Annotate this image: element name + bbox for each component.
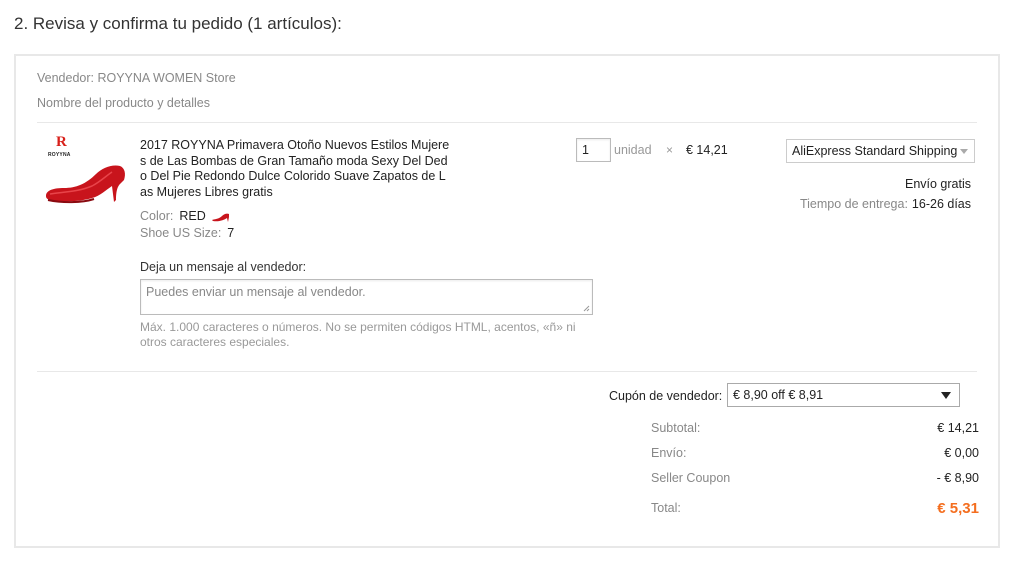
total-label: Total: bbox=[651, 501, 681, 515]
order-review-panel: Vendedor: ROYYNA WOMEN Store Nombre del … bbox=[14, 54, 1000, 548]
unit-price: € 14,21 bbox=[686, 143, 728, 157]
chevron-down-icon bbox=[960, 149, 968, 154]
subtotal-value: € 14,21 bbox=[937, 421, 979, 435]
product-size: Shoe US Size: 7 bbox=[140, 226, 234, 240]
delivery-value: 16-26 días bbox=[911, 197, 971, 211]
shipping-method-value: AliExpress Standard Shipping bbox=[792, 144, 958, 158]
shipping-method-select[interactable]: AliExpress Standard Shipping bbox=[786, 139, 975, 163]
message-placeholder: Puedes enviar un mensaje al vendedor. bbox=[146, 285, 366, 299]
coupon-label: Cupón de vendedor: bbox=[609, 389, 723, 403]
divider bbox=[37, 371, 977, 372]
seller-name: Vendedor: ROYYNA WOMEN Store bbox=[37, 71, 236, 85]
color-value: RED bbox=[179, 209, 206, 223]
message-label: Deja un mensaje al vendedor: bbox=[140, 260, 307, 274]
resize-handle-icon[interactable] bbox=[583, 305, 590, 312]
message-hint: Máx. 1.000 caracteres o números. No se p… bbox=[140, 320, 576, 349]
dropdown-arrow-icon bbox=[941, 392, 951, 399]
product-color: Color: RED bbox=[140, 209, 231, 223]
unit-label: unidad bbox=[614, 143, 652, 157]
times-sign: × bbox=[666, 143, 674, 157]
coupon-value: € 8,90 off € 8,91 bbox=[733, 388, 824, 402]
product-title[interactable]: 2017 ROYYNA Primavera Otoño Nuevos Estil… bbox=[140, 138, 452, 200]
shipping-cost-value: € 0,00 bbox=[944, 446, 979, 460]
subtotal-label: Subtotal: bbox=[651, 421, 701, 435]
size-label: Shoe US Size: bbox=[140, 226, 222, 240]
free-shipping-label: Envío gratis bbox=[904, 177, 971, 191]
message-textarea[interactable]: Puedes enviar un mensaje al vendedor. bbox=[140, 279, 593, 315]
size-value: 7 bbox=[227, 226, 235, 240]
seller-coupon-label: Seller Coupon bbox=[651, 471, 731, 485]
delivery-label: Tiempo de entrega: bbox=[799, 197, 908, 211]
quantity-input[interactable]: 1 bbox=[576, 138, 611, 162]
delivery-time: Tiempo de entrega: 16-26 días bbox=[800, 197, 971, 211]
color-swatch-icon bbox=[212, 213, 230, 222]
product-details-header: Nombre del producto y detalles bbox=[37, 96, 211, 110]
color-label: Color: bbox=[140, 209, 174, 223]
product-image[interactable] bbox=[42, 156, 128, 208]
shipping-cost-label: Envío: bbox=[651, 446, 687, 460]
section-title: 2. Revisa y confirma tu pedido (1 artícu… bbox=[14, 14, 342, 33]
total-value: € 5,31 bbox=[937, 500, 979, 517]
seller-coupon-value: - € 8,90 bbox=[936, 471, 979, 485]
divider bbox=[37, 122, 977, 123]
coupon-select[interactable]: € 8,90 off € 8,91 bbox=[727, 383, 960, 407]
